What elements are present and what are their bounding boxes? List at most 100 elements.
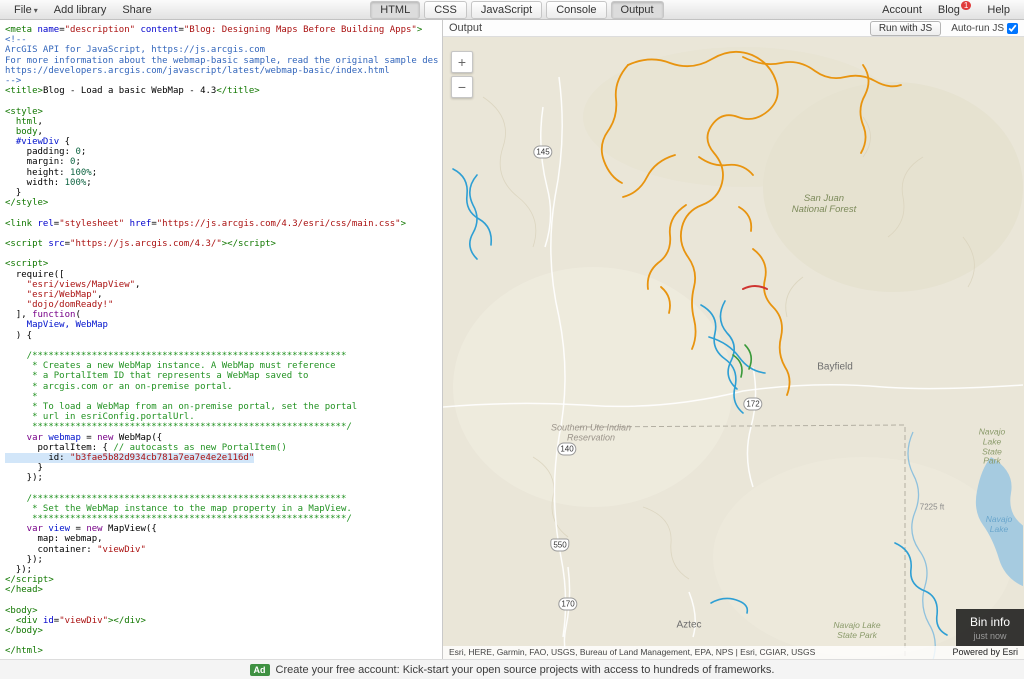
code-line: </html> [5,646,43,657]
code-line: MapView, WebMap [5,320,108,331]
main-split: <meta name="description" content="Blog: … [0,20,1024,659]
code-line: var webmap = new WebMap({ [5,432,163,443]
code-line: ArcGIS API for JavaScript, https://js.ar… [5,45,266,56]
road-shield: 172 [743,397,763,411]
map-canvas[interactable]: San Juan National Forest Bayfield Southern… [443,37,1024,659]
code-line: }); [5,473,43,484]
code-line: <meta name="description" content="Blog: … [5,25,423,35]
tab-javascript[interactable]: JavaScript [470,0,543,19]
code-line: /***************************************… [5,351,347,361]
code-line: * Set the WebMap instance to the map pro… [5,503,352,514]
code-line: body, [5,126,43,137]
toolbar-right: Account Blog 1 Help [874,0,1018,18]
tab-css[interactable]: CSS [424,0,467,19]
file-menu-label: File [14,3,32,16]
code-line: <link rel="stylesheet" href="https://js.… [5,218,407,229]
code-line: ****************************************… [5,514,352,524]
code-line: * a PortalItem ID that represents a WebM… [5,371,309,382]
bin-info-panel[interactable]: Bin info just now [955,609,1024,646]
output-panel-title: Output [449,22,483,34]
code-line: https://developers.arcgis.com/javascript… [5,65,390,76]
road-shield: 145 [533,145,553,159]
code-line: width: 100%; [5,177,92,188]
zoom-out-button[interactable]: − [451,76,473,98]
file-menu-button[interactable]: File ▾ [6,2,46,18]
toolbar-left: File ▾ Add library Share [6,2,160,18]
code-line: /***************************************… [5,493,347,504]
code-line: <script src="https://js.arcgis.com/4.3/"… [5,238,276,249]
ad-badge: Ad [249,663,270,676]
code-line: For more information about the webmap-ba… [5,55,439,66]
autorun-checkbox[interactable] [1007,22,1018,34]
map-basemap [443,47,1023,659]
code-line: ****************************************… [5,422,352,433]
code-line: </style> [5,198,49,209]
code-line: "esri/views/MapView", [5,279,141,290]
code-line: <!-- [5,35,27,46]
blog-label: Blog [937,3,960,16]
add-library-button[interactable]: Add library [46,2,115,18]
code-line: #viewDiv { [5,137,71,148]
code-line: margin: 0; [5,157,81,168]
tab-console[interactable]: Console [546,0,607,19]
code-line: portalItem: { // autocasts as new Portal… [5,442,287,453]
code-line: }); [5,554,43,565]
code-line: } [5,463,43,474]
code-line: html, [5,116,43,127]
code-line: * arcgis.com or an on-premise portal. [5,381,233,392]
code-line: * Creates a new WebMap instance. A WebMa… [5,361,336,372]
blog-button[interactable]: Blog 1 [930,0,979,18]
account-button[interactable]: Account [874,2,930,18]
bin-info-time: just now [973,631,1007,641]
code-line: map: webmap, [5,534,103,545]
code-line: container: "viewDiv" [5,544,146,555]
code-line: </script> [5,575,54,586]
autorun-label: Auto-run JS [951,22,1004,34]
code-line: }); [5,564,33,575]
code-line: ], function( [5,310,81,321]
code-line: </head> [5,585,43,596]
caret-down-icon: ▾ [33,5,38,15]
road-shield: 140 [557,442,577,456]
road-shield: 550 [550,538,570,552]
code-line: var view = new MapView({ [5,524,157,535]
powered-by-esri: Powered by Esri [952,647,1018,657]
code-line: --> [5,75,22,86]
map-attribution: Esri, HERE, Garmin, FAO, USGS, Bureau of… [449,647,816,657]
output-pane: Output Run with JS Auto-run JS San Juan … [443,20,1024,659]
map-attribution-bar: Esri, HERE, Garmin, FAO, USGS, Bureau of… [443,646,1024,659]
ad-text[interactable]: Create your free account: Kick-start you… [276,664,775,676]
code-line: height: 100%; [5,167,98,178]
zoom-control: + − [451,51,473,101]
tab-output[interactable]: Output [610,0,664,19]
code-line: require([ [5,269,65,280]
autorun-toggle[interactable]: Auto-run JS [951,22,1018,34]
bin-info-title: Bin info [969,615,1010,629]
code-line: * To load a WebMap from an on-premise po… [5,401,358,412]
code-line: <body> [5,605,38,616]
road-shield: 170 [558,597,578,611]
code-line: <title>Blog - Load a basic WebMap - 4.3<… [5,86,260,97]
zoom-in-button[interactable]: + [451,51,473,73]
share-button[interactable]: Share [114,2,159,18]
code-line: * url in esriConfig.portalUrl. [5,412,195,423]
html-editor-pane[interactable]: <meta name="description" content="Blog: … [0,20,443,659]
code-line: * [5,391,38,402]
tab-html[interactable]: HTML [370,0,421,19]
code-line: padding: 0; [5,147,87,158]
ad-bar: Ad Create your free account: Kick-start … [0,659,1024,679]
code-editor[interactable]: <meta name="description" content="Blog: … [0,20,442,657]
help-button[interactable]: Help [979,2,1018,18]
output-header: Output Run with JS Auto-run JS [443,20,1024,37]
top-toolbar: File ▾ Add library Share HTML CSS JavaScrip… [0,0,1024,20]
run-with-js-button[interactable]: Run with JS [869,20,942,36]
code-line: </body> [5,626,43,637]
code-line: <script> [5,259,49,270]
